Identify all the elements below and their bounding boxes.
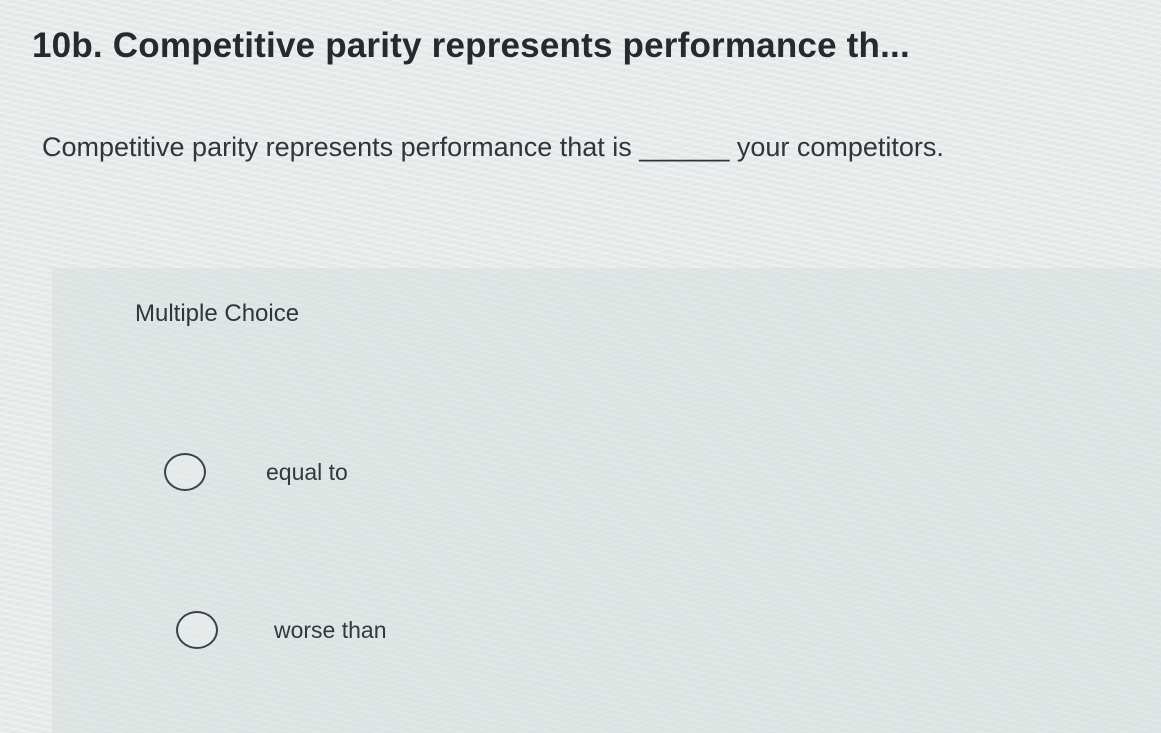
radio-button-icon[interactable] xyxy=(164,453,206,491)
question-title: 10b. Competitive parity represents perfo… xyxy=(32,26,910,65)
choice-label: equal to xyxy=(266,458,348,485)
question-prompt: Competitive parity represents performanc… xyxy=(42,132,944,162)
choice-option-worse-than[interactable]: worse than xyxy=(176,611,387,649)
radio-button-icon[interactable] xyxy=(176,611,218,649)
multiple-choice-heading: Multiple Choice xyxy=(135,300,300,327)
multiple-choice-panel: Multiple Choice equal to worse than xyxy=(52,268,1161,733)
choice-label: worse than xyxy=(274,616,387,643)
choice-option-equal-to[interactable]: equal to xyxy=(164,453,348,491)
